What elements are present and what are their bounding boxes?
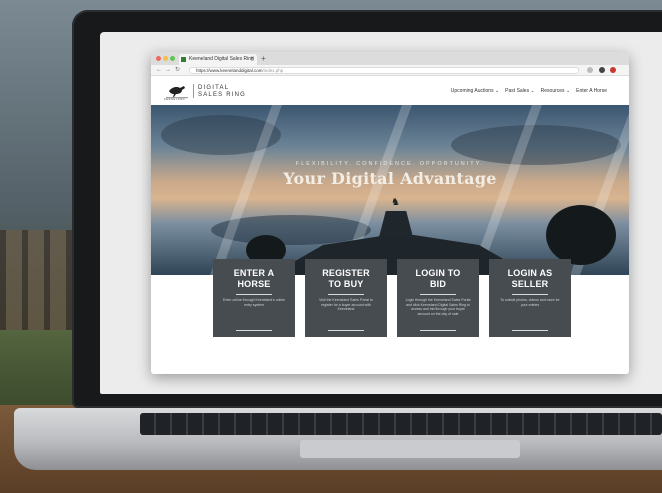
hero-banner: ♞ FLEXIBILITY. CONFIDENCE. OPPORTUNITY. … <box>151 105 629 275</box>
logo-divider <box>193 84 194 98</box>
address-bar[interactable]: https://www.keenelanddigital.com/index.p… <box>189 67 579 74</box>
site-nav: Upcoming Auctions ⌄ Past Sales ⌄ Resourc… <box>451 76 607 105</box>
hero-title: Your Digital Advantage <box>283 169 497 188</box>
card-divider <box>420 294 456 295</box>
weathervane-icon: ♞ <box>391 197 400 208</box>
login-to-bid-card[interactable]: LOGIN TO BID Login through the Keeneland… <box>397 259 479 337</box>
card-title: LOGIN TO BID <box>397 268 479 290</box>
card-description: Enter online through Keeneland's online … <box>223 298 285 307</box>
nav-upcoming-auctions[interactable]: Upcoming Auctions ⌄ <box>451 88 499 94</box>
nav-past-sales[interactable]: Past Sales ⌄ <box>505 88 534 94</box>
extension-icon[interactable] <box>610 67 616 73</box>
tab-close-icon[interactable]: × <box>250 54 254 65</box>
tree <box>546 205 616 265</box>
new-tab-button[interactable]: + <box>261 52 266 65</box>
profile-icon[interactable] <box>599 67 605 73</box>
url-path: /index.php <box>262 68 284 73</box>
brand-line-2: SALES RING <box>198 91 247 98</box>
cta-cards: ENTER A HORSE Enter online through Keene… <box>213 259 573 339</box>
card-title-line: ENTER A <box>233 268 275 278</box>
forward-icon[interactable]: → <box>165 65 171 76</box>
close-window-icon[interactable] <box>156 56 161 61</box>
bookmark-icon[interactable] <box>587 67 593 73</box>
browser-tab[interactable]: Keeneland Digital Sales Ring × <box>179 54 257 65</box>
minimize-window-icon[interactable] <box>163 56 168 61</box>
card-title: REGISTER TO BUY <box>305 268 387 290</box>
login-as-seller-card[interactable]: LOGIN AS SELLER To submit photos, videos… <box>489 259 571 337</box>
card-bottom-rule <box>236 330 272 331</box>
card-description: Login through the Keeneland Sales Portal… <box>405 298 471 316</box>
card-title: ENTER A HORSE <box>213 268 295 290</box>
card-title-line: LOGIN AS <box>507 268 553 278</box>
card-title-line: SELLER <box>511 279 549 289</box>
card-bottom-rule <box>328 330 364 331</box>
tab-title: Keeneland Digital Sales Ring <box>189 56 254 62</box>
card-bottom-rule <box>512 330 548 331</box>
nav-enter-a-horse[interactable]: Enter A Horse <box>576 88 607 94</box>
logo-wordmark: KEENELAND <box>164 98 186 101</box>
browser-toolbar: ← → ↻ https://www.keenelanddigital.com/i… <box>151 65 629 76</box>
register-to-buy-card[interactable]: REGISTER TO BUY Visit the Keeneland Sale… <box>305 259 387 337</box>
browser-window: Keeneland Digital Sales Ring × + ← → ↻ h… <box>151 52 629 374</box>
enter-horse-card[interactable]: ENTER A HORSE Enter online through Keene… <box>213 259 295 337</box>
card-title-line: TO BUY <box>328 279 364 289</box>
favicon-icon <box>181 57 186 62</box>
maximize-window-icon[interactable] <box>170 56 175 61</box>
card-title: LOGIN AS SELLER <box>489 268 571 290</box>
site-header: KEENELAND DIGITAL SALES RING Upcoming Au… <box>151 76 629 105</box>
back-icon[interactable]: ← <box>156 65 162 76</box>
card-divider <box>512 294 548 295</box>
reload-icon[interactable]: ↻ <box>175 65 180 76</box>
card-title-line: BID <box>429 279 447 289</box>
laptop-keyboard <box>140 413 662 435</box>
card-divider <box>236 294 272 295</box>
card-title-line: HORSE <box>237 279 271 289</box>
brand-name[interactable]: DIGITAL SALES RING <box>198 85 246 98</box>
card-divider <box>328 294 364 295</box>
laptop-trackpad <box>300 440 520 458</box>
browser-tabbar: Keeneland Digital Sales Ring × + <box>151 52 629 65</box>
card-bottom-rule <box>420 330 456 331</box>
hero-tagline: FLEXIBILITY. CONFIDENCE. OPPORTUNITY. <box>295 161 485 167</box>
url-host: https://www.keenelanddigital.com <box>196 68 263 73</box>
nav-resources[interactable]: Resources ⌄ <box>541 88 570 94</box>
card-title-line: LOGIN TO <box>415 268 461 278</box>
card-title-line: REGISTER <box>322 268 370 278</box>
cupola-silhouette <box>379 211 413 237</box>
card-description: Visit the Keeneland Sales Portal to regi… <box>319 298 373 312</box>
card-description: To submit photos, videos and more for yo… <box>500 298 560 307</box>
